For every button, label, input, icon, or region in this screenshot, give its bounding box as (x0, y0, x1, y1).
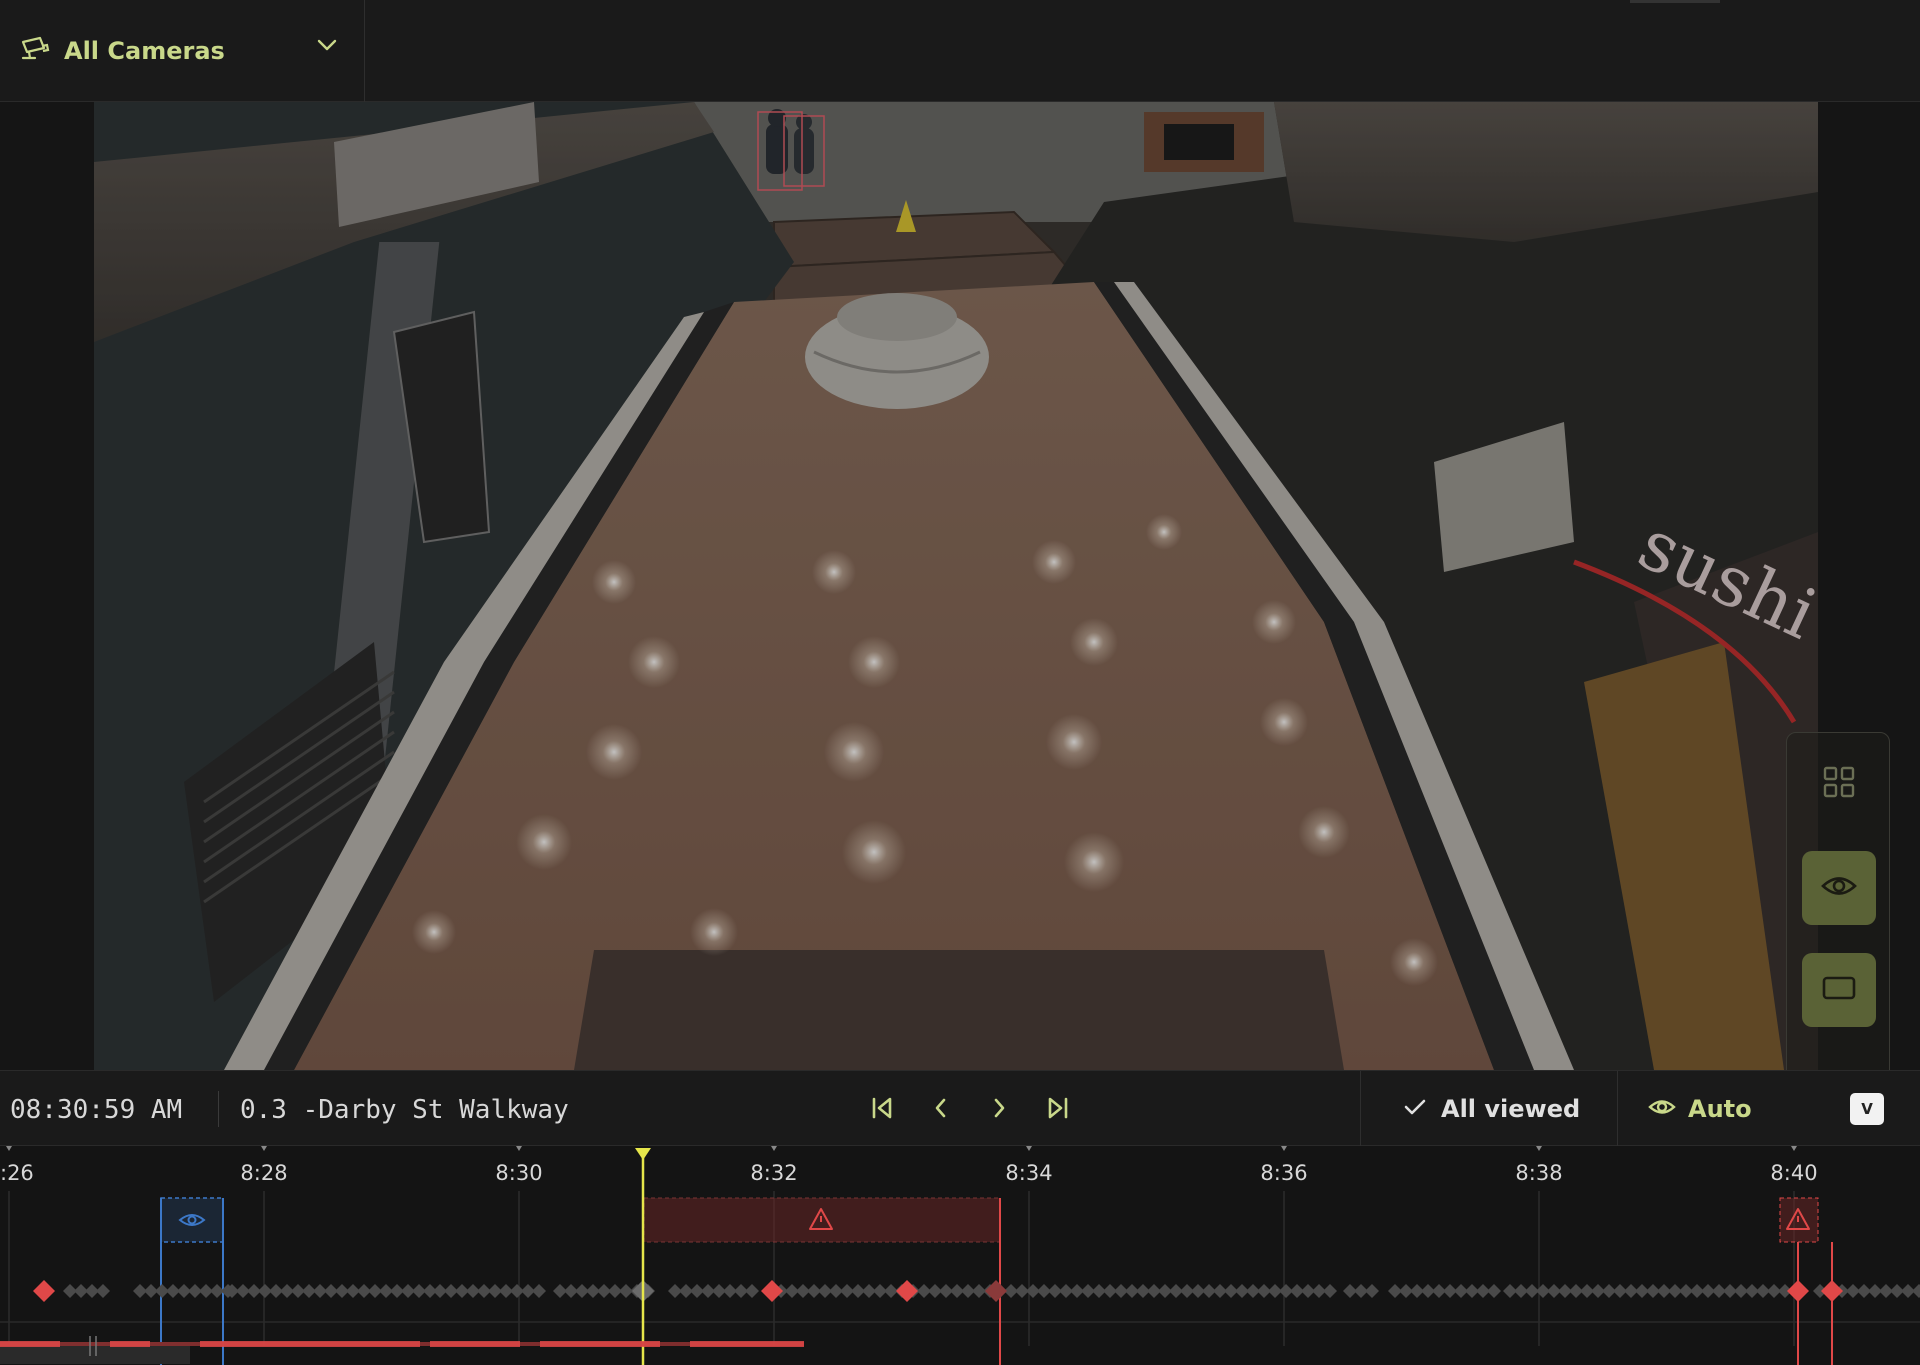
event-marker-highlight (1821, 1280, 1843, 1302)
divider (218, 1091, 219, 1127)
eye-icon (1821, 873, 1857, 904)
skip-forward-icon (1045, 1095, 1071, 1126)
video-panel: sushi (0, 102, 1920, 1148)
timeline-tick-marker (1791, 1146, 1797, 1151)
single-view-icon (1821, 975, 1857, 1006)
top-indicator (1630, 0, 1720, 3)
camera-selector-label: All Cameras (64, 37, 225, 65)
timeline-tick-marker (6, 1146, 12, 1151)
timeline-tick-label: 8:34 (1005, 1161, 1052, 1185)
timeline-tick-label: 8:36 (1260, 1161, 1307, 1185)
timeline-tick-marker (516, 1146, 522, 1151)
recorded-segment (430, 1341, 520, 1347)
timeline-tick-marker (1026, 1146, 1032, 1151)
timeline-tick-label: 8:30 (495, 1161, 542, 1185)
timeline-tick-label: 8:40 (1770, 1161, 1817, 1185)
timeline-tick-label: 8:38 (1515, 1161, 1562, 1185)
event-marker-highlight (761, 1280, 783, 1302)
recorded-segment (0, 1341, 60, 1347)
previous-button[interactable] (924, 1093, 958, 1127)
playhead-handle (635, 1148, 651, 1160)
all-viewed-label: All viewed (1441, 1095, 1581, 1123)
event-marker (1365, 1284, 1379, 1298)
camera-name: 0.3 -Darby St Walkway (240, 1095, 569, 1125)
timeline-tick-marker (1536, 1146, 1542, 1151)
event-marker (1912, 1284, 1920, 1298)
recorded-segment (690, 1341, 804, 1347)
recorded-segment (200, 1341, 420, 1347)
next-icon (989, 1096, 1009, 1125)
chevron-down-icon (316, 38, 338, 57)
next-button[interactable] (982, 1093, 1016, 1127)
timeline-tick-marker (1281, 1146, 1287, 1151)
playback-controls: 08:30:59 AM 0.3 -Darby St Walkway All vi… (0, 1070, 1920, 1147)
event-marker (1487, 1284, 1501, 1298)
event-marker (1323, 1284, 1337, 1298)
skip-back-button[interactable] (865, 1093, 899, 1127)
event-marker-highlight (985, 1280, 1007, 1302)
shortcut-key-badge: V (1850, 1093, 1884, 1125)
timeline-tick-label: :26 (0, 1161, 34, 1185)
cctv-camera-icon (20, 36, 50, 67)
recorded-segment (540, 1341, 660, 1347)
timeline-tick-label: 8:32 (750, 1161, 797, 1185)
event-marker (745, 1284, 759, 1298)
all-viewed-button[interactable]: All viewed (1360, 1071, 1618, 1147)
event-marker (532, 1284, 546, 1298)
current-time: 08:30:59 AM (10, 1095, 183, 1125)
skip-back-icon (869, 1095, 895, 1126)
timeline[interactable]: :26 8:28 8:30 8:32 8:34 8:36 8:38 8:40 (0, 1146, 1920, 1365)
eye-button[interactable] (1802, 851, 1876, 925)
skip-forward-button[interactable] (1041, 1093, 1075, 1127)
timeline-tick-marker (771, 1146, 777, 1151)
single-view-button[interactable] (1802, 953, 1876, 1027)
event-marker-highlight (33, 1280, 55, 1302)
auto-label: Auto (1688, 1095, 1752, 1123)
check-icon (1403, 1095, 1427, 1123)
auto-toggle[interactable]: Auto (1648, 1071, 1808, 1147)
previous-icon (931, 1096, 951, 1125)
event-marker (96, 1284, 110, 1298)
camera-feed[interactable]: sushi (94, 102, 1818, 1070)
viewed-segment (160, 1197, 224, 1243)
timeline-tick-label: 8:28 (240, 1161, 287, 1185)
camera-selector[interactable]: All Cameras (0, 0, 365, 102)
event-marker-highlight (1787, 1280, 1809, 1302)
event-marker-highlight (896, 1280, 918, 1302)
grid-view-icon (1822, 765, 1856, 804)
eye-icon (1648, 1095, 1676, 1123)
timeline-tick-marker (261, 1146, 267, 1151)
grid-view-button[interactable] (1802, 747, 1876, 821)
top-bar: All Cameras (0, 0, 1920, 102)
recorded-segment (110, 1341, 150, 1347)
